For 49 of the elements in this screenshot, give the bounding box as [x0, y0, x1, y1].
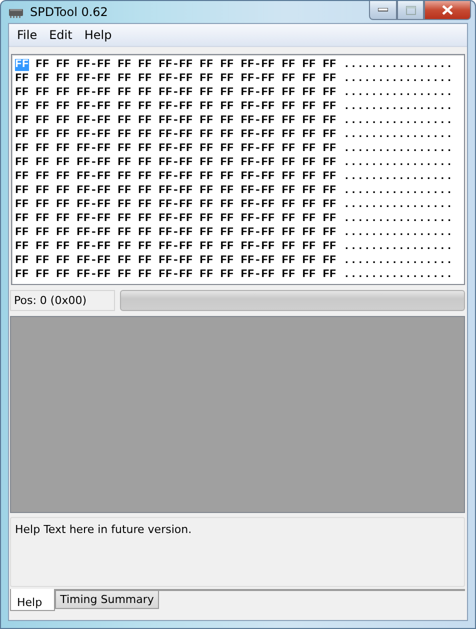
help-text: Help Text here in future version. [15, 523, 192, 536]
ascii-text: ................ [343, 87, 453, 99]
menu-item[interactable]: Edit [43, 28, 78, 42]
ascii-text: ................ [343, 269, 453, 281]
window-title: SPDTool 0.62 [30, 5, 108, 19]
ascii-text: ................ [343, 101, 453, 113]
selected-hex-byte: FF [15, 59, 29, 71]
hex-bytes: FF FF FF FF-FF FF FF FF-FF FF FF FF-FF FF FF FF [15, 115, 336, 127]
minimize-button[interactable] [369, 1, 397, 20]
hex-bytes: FF FF FF FF-FF FF FF FF-FF FF FF FF-FF FF FF FF [15, 227, 336, 239]
menu-item[interactable]: File [11, 28, 44, 42]
ascii-text: ................ [343, 213, 453, 225]
hex-bytes: FF FF FF FF-FF FF FF FF-FF FF FF FF-FF FF FF FF [15, 157, 336, 169]
hex-bytes: FF FF FF FF-FF FF FF FF-FF FF FF FF-FF FF FF FF [15, 269, 336, 281]
hex-bytes: FF FF FF FF-FF FF FF FF-FF FF FF FF-FF FF FF FF [15, 101, 336, 113]
hex-bytes: FF FF FF-FF FF FF FF-FF FF FF FF-FF FF FF FF [34, 59, 336, 71]
ascii-text: ................ [343, 241, 453, 253]
hex-view[interactable] [11, 54, 465, 285]
menu-item[interactable]: Help [78, 28, 118, 42]
hex-bytes: FF FF FF FF-FF FF FF FF-FF FF FF FF-FF FF FF FF [15, 143, 336, 155]
hex-bytes: FF FF FF FF-FF FF FF FF-FF FF FF FF-FF FF FF FF [15, 255, 336, 267]
chip-icon [8, 6, 24, 18]
hex-bytes: FF FF FF FF-FF FF FF FF-FF FF FF FF-FF FF FF FF [15, 185, 336, 197]
ascii-text: ................ [343, 199, 453, 211]
tab[interactable]: Help [10, 589, 56, 611]
ascii-text: ................ [343, 115, 453, 127]
hex-bytes: FF FF FF FF-FF FF FF FF-FF FF FF FF-FF FF FF FF [15, 87, 336, 99]
hex-bytes: FF FF FF FF-FF FF FF FF-FF FF FF FF-FF FF FF FF [15, 199, 336, 211]
ascii-text: ................ [343, 73, 453, 85]
hex-bytes: FF FF FF FF-FF FF FF FF-FF FF FF FF-FF FF FF FF [15, 241, 336, 253]
close-icon [442, 5, 453, 15]
maximize-button[interactable] [397, 1, 424, 20]
position-label: Pos: 0 (0x00) [10, 290, 115, 311]
maximize-icon [406, 6, 416, 14]
minimize-icon [378, 8, 388, 12]
close-button[interactable] [424, 1, 471, 20]
ascii-text: ................ [343, 255, 453, 267]
hex-bytes: FF FF FF FF-FF FF FF FF-FF FF FF FF-FF FF FF FF [15, 73, 336, 85]
ascii-text: ................ [343, 143, 453, 155]
hex-bytes: FF FF FF FF-FF FF FF FF-FF FF FF FF-FF FF FF FF [15, 213, 336, 225]
ascii-text: ................ [343, 185, 453, 197]
ascii-text: ................ [343, 227, 453, 239]
tab[interactable]: Timing Summary [55, 591, 159, 609]
ascii-text: ................ [343, 129, 453, 141]
ascii-text: ................ [343, 171, 453, 183]
hex-bytes: FF FF FF FF-FF FF FF FF-FF FF FF FF-FF FF FF FF [15, 129, 336, 141]
hex-bytes: FF FF FF FF-FF FF FF FF-FF FF FF FF-FF FF FF FF [15, 171, 336, 183]
ascii-text: ................ [343, 157, 453, 169]
ascii-text: ................ [343, 59, 453, 71]
